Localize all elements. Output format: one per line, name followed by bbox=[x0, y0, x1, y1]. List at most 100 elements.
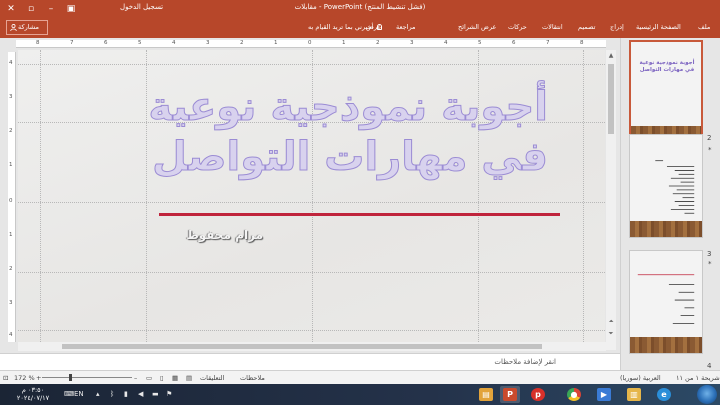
taskbar-app-ie[interactable]: e bbox=[654, 386, 674, 403]
ribbon-tabs: مشاركة أخبرني بما تريد القيام به عرض مرا… bbox=[0, 18, 720, 38]
slide-thumbnail[interactable] bbox=[629, 134, 703, 238]
internet-explorer-icon: e bbox=[657, 388, 671, 401]
scroll-thumb[interactable] bbox=[608, 64, 614, 134]
ruler-label: 4 bbox=[9, 60, 13, 66]
slideshow-view-icon[interactable]: ▭ bbox=[146, 374, 152, 382]
tab-review[interactable]: مراجعة bbox=[396, 23, 416, 31]
normal-view-icon[interactable]: ▤ bbox=[186, 374, 192, 382]
slide-canvas[interactable]: أجوبة نموذجية نوعية في مهارات التواصل مر… bbox=[18, 50, 605, 342]
thumbnail-number: 2 bbox=[707, 134, 712, 142]
animation-star-icon: * bbox=[708, 260, 712, 268]
tell-me-label: أخبرني بما تريد القيام به bbox=[308, 23, 374, 31]
person-icon bbox=[10, 24, 17, 31]
tab-view[interactable]: عرض bbox=[366, 23, 381, 31]
slide-thumbnail[interactable]: أجوبة نموذجية نوعية في مهارات التواصل bbox=[629, 40, 703, 144]
thumbnail-number: 4 bbox=[707, 362, 712, 370]
slide-thumbnail[interactable] bbox=[629, 250, 703, 354]
ruler-label: 1 bbox=[9, 162, 13, 168]
ruler-label: 3 bbox=[410, 40, 414, 46]
notes-placeholder: انقر لإضافة ملاحظات bbox=[494, 358, 556, 366]
ruler-label: 0 bbox=[308, 40, 312, 46]
previous-slide-icon[interactable]: ⏶ bbox=[607, 318, 615, 326]
taskbar-app-red[interactable]: p bbox=[528, 386, 548, 403]
share-button[interactable]: مشاركة bbox=[6, 20, 48, 35]
windows-taskbar: ٠٣:٥٠ م ٢٠٢٤/٠٧/١٧ ⌨ EN ▴ ᛒ ▮ ◀ ▬ ⚑ ▤ P … bbox=[0, 384, 720, 405]
ruler-label: 5 bbox=[478, 40, 482, 46]
next-slide-icon[interactable]: ⏷ bbox=[607, 330, 615, 338]
zoom-level[interactable]: 172 % bbox=[14, 374, 35, 382]
ruler-label: 1 bbox=[9, 232, 13, 238]
folder-icon: ▤ bbox=[479, 388, 493, 401]
ruler-label: 7 bbox=[546, 40, 550, 46]
taskbar-app-explorer[interactable]: ▥ bbox=[624, 386, 644, 403]
ruler-label: 4 bbox=[172, 40, 176, 46]
notes-pane[interactable]: انقر لإضافة ملاحظات bbox=[0, 353, 620, 370]
ruler-label: 2 bbox=[240, 40, 244, 46]
thumbnail-title: أجوبة نموذجية نوعية في مهارات التواصل bbox=[639, 60, 695, 73]
ruler-label: 4 bbox=[9, 332, 13, 338]
reading-view-icon[interactable]: ▯ bbox=[160, 374, 164, 382]
slide-title-line: أجوبة نموذجية نوعية bbox=[148, 84, 549, 131]
clock-time: ٠٣:٥٠ م bbox=[21, 386, 45, 394]
clock-date: ٢٠٢٤/٠٧/١٧ bbox=[16, 394, 50, 402]
start-button[interactable] bbox=[697, 385, 717, 404]
ruler-label: 2 bbox=[9, 266, 13, 272]
taskbar-app-chrome[interactable]: ● bbox=[564, 386, 584, 403]
gridline bbox=[583, 50, 584, 342]
wood-floor-image bbox=[630, 221, 702, 237]
zoom-slider-knob[interactable] bbox=[69, 374, 72, 381]
chrome-icon: ● bbox=[567, 388, 581, 401]
tab-animations[interactable]: حركات bbox=[508, 23, 527, 31]
horizontal-ruler: 8 7 6 5 4 3 2 1 0 1 2 3 4 5 6 7 8 bbox=[16, 40, 606, 48]
tab-home[interactable]: الصفحة الرئيسية bbox=[636, 23, 681, 31]
scroll-up-icon[interactable]: ▲ bbox=[607, 52, 615, 60]
language-indicator[interactable]: العربية (سوريا) bbox=[620, 374, 661, 382]
volume-icon[interactable]: ◀ bbox=[138, 390, 143, 398]
language-bar[interactable]: EN bbox=[74, 390, 84, 398]
slide-thumbnails-pane: أجوبة نموذجية نوعية في مهارات التواصل 2 … bbox=[620, 38, 720, 370]
tab-file[interactable]: ملف bbox=[698, 23, 710, 31]
horizontal-scrollbar[interactable] bbox=[18, 342, 606, 351]
ruler-label: 3 bbox=[9, 94, 13, 100]
tab-design[interactable]: تصميم bbox=[578, 23, 596, 31]
sorter-view-icon[interactable]: ▦ bbox=[172, 374, 178, 382]
keyboard-icon[interactable]: ⌨ bbox=[64, 390, 74, 398]
fit-slide-icon[interactable]: ⊡ bbox=[3, 374, 8, 382]
ruler-label: 2 bbox=[9, 128, 13, 134]
window-title: مقابلات - PowerPoint (فشل تنشيط المنتج) bbox=[294, 3, 426, 11]
taskbar-app-powerpoint[interactable]: P bbox=[500, 386, 520, 403]
gridline bbox=[18, 202, 605, 203]
power-icon[interactable]: ▬ bbox=[152, 390, 159, 398]
ruler-label: 3 bbox=[206, 40, 210, 46]
slide-author[interactable]: مرام محفوظ bbox=[163, 228, 263, 242]
vertical-ruler: 4 3 2 1 0 1 2 3 4 bbox=[8, 52, 16, 342]
scroll-thumb[interactable] bbox=[62, 344, 542, 349]
slide-title[interactable]: أجوبة نموذجية نوعية في مهارات التواصل bbox=[148, 82, 549, 182]
tab-transitions[interactable]: انتقالات bbox=[542, 23, 563, 31]
ruler-label: 6 bbox=[104, 40, 108, 46]
system-clock[interactable]: ٠٣:٥٠ م ٢٠٢٤/٠٧/١٧ bbox=[6, 386, 60, 402]
tab-slideshow[interactable]: عرض الشرائح bbox=[458, 23, 496, 31]
tab-insert[interactable]: إدراج bbox=[610, 23, 624, 31]
zoom-out-icon[interactable]: – bbox=[134, 374, 137, 382]
powerpoint-icon: P bbox=[503, 388, 517, 401]
share-label: مشاركة bbox=[18, 23, 39, 31]
comments-button[interactable]: التعليقات bbox=[200, 374, 224, 382]
notes-button[interactable]: ملاحظات bbox=[240, 374, 265, 382]
folder-icon: ▥ bbox=[627, 388, 641, 401]
taskbar-app-files[interactable]: ▤ bbox=[476, 386, 496, 403]
taskbar-app-media[interactable]: ▶ bbox=[594, 386, 614, 403]
gridline bbox=[18, 330, 605, 331]
divider-line bbox=[159, 213, 560, 216]
app-icon: p bbox=[531, 388, 545, 401]
zoom-slider[interactable] bbox=[42, 374, 132, 381]
bluetooth-icon[interactable]: ᛒ bbox=[110, 390, 114, 398]
notification-icon[interactable]: ⚑ bbox=[166, 390, 172, 398]
zoom-in-icon[interactable]: + bbox=[36, 374, 41, 382]
ruler-label: 8 bbox=[580, 40, 584, 46]
ruler-label: 3 bbox=[9, 300, 13, 306]
network-icon[interactable]: ▮ bbox=[124, 390, 128, 398]
status-bar: ⊡ 172 % + – ▭ ▯ ▦ ▤ التعليقات ملاحظات ال… bbox=[0, 370, 720, 384]
show-hidden-icon[interactable]: ▴ bbox=[96, 390, 100, 398]
vertical-scrollbar[interactable]: ▲ ⏶ ⏷ bbox=[606, 50, 616, 350]
